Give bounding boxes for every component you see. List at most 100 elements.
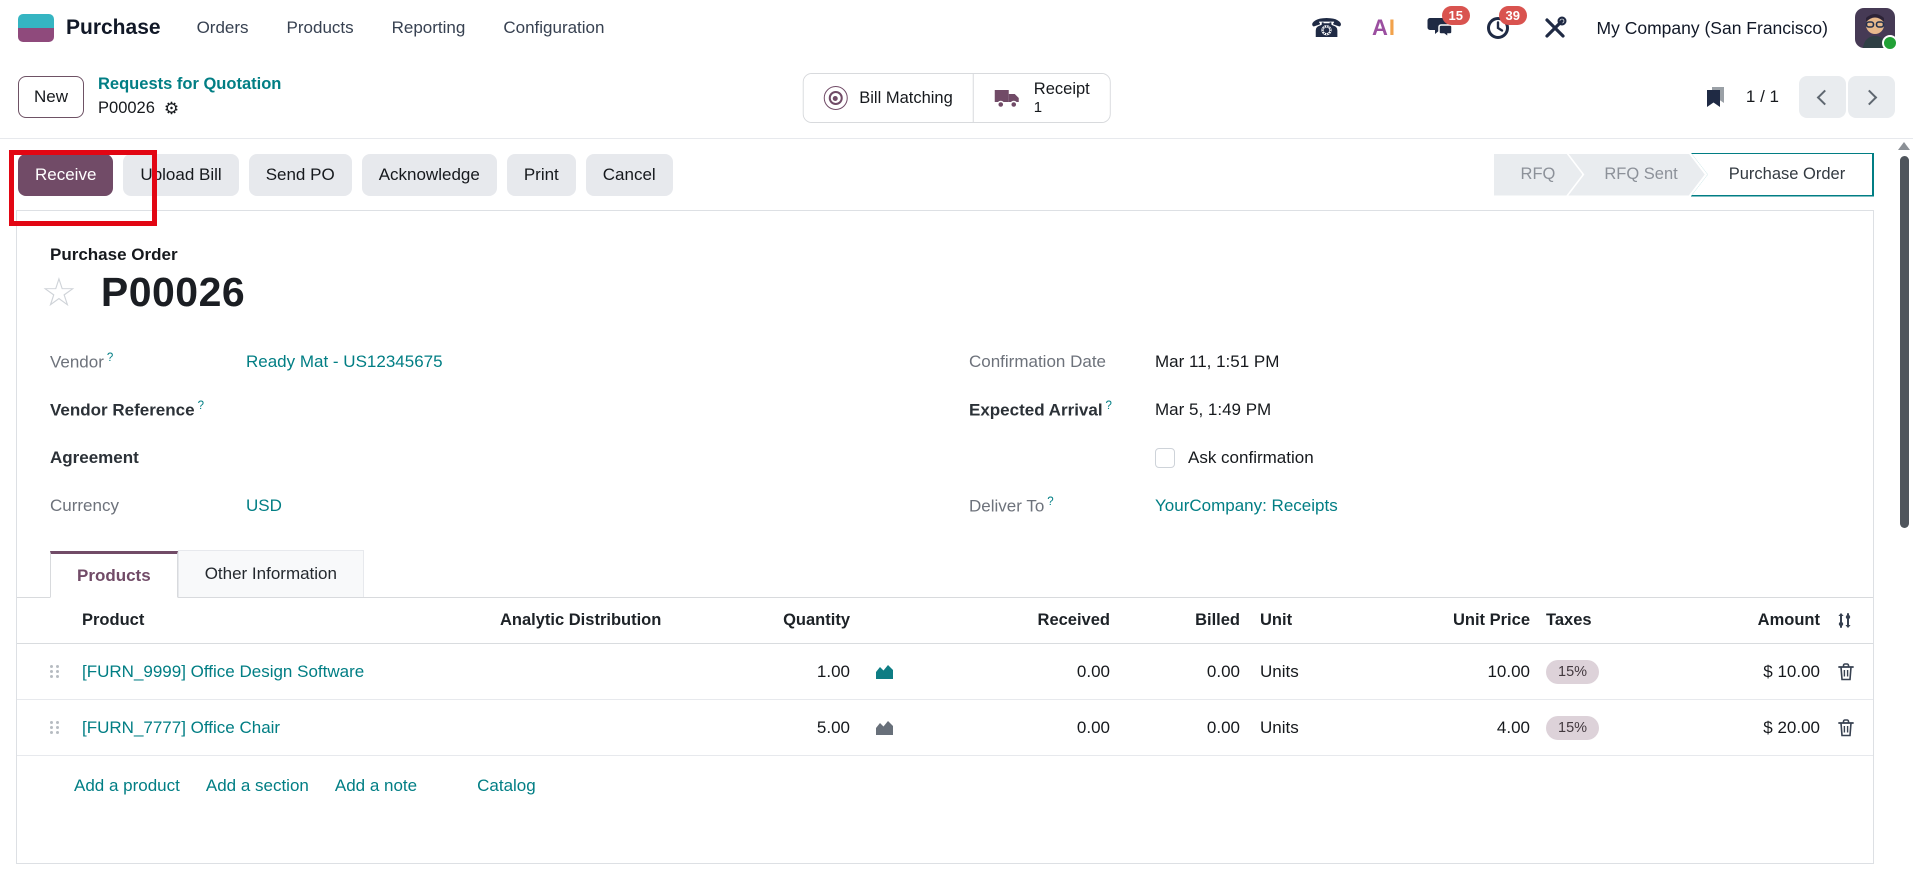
tab-products[interactable]: Products: [50, 551, 178, 598]
col-quantity[interactable]: Quantity: [700, 611, 850, 630]
stage-purchase-order[interactable]: Purchase Order: [1691, 153, 1874, 197]
new-button[interactable]: New: [18, 76, 84, 118]
record-title: P00026: [101, 269, 245, 316]
col-product[interactable]: Product: [74, 611, 500, 630]
product-link[interactable]: [FURN_9999] Office Design Software: [82, 662, 364, 681]
pager-next-button[interactable]: [1848, 76, 1895, 118]
odoo-app-logo[interactable]: [18, 14, 54, 42]
stage-rfq-sent[interactable]: RFQ Sent: [1568, 154, 1704, 196]
activities-clock-icon[interactable]: 39: [1483, 13, 1513, 43]
table-row: [FURN_7777] Office Chair 5.00 0.00 0.00 …: [17, 700, 1873, 756]
voip-phone-icon[interactable]: ☎: [1312, 13, 1342, 43]
tax-tag[interactable]: 15%: [1546, 660, 1599, 684]
scrollbar-thumb[interactable]: [1900, 156, 1909, 528]
vendor-value-link[interactable]: Ready Mat - US12345675: [246, 352, 443, 372]
add-product-link[interactable]: Add a product: [74, 776, 180, 796]
status-pipeline: RFQ RFQ Sent Purchase Order: [1494, 153, 1874, 197]
help-question: ?: [1106, 400, 1112, 412]
acknowledge-button[interactable]: Acknowledge: [362, 154, 497, 196]
gear-icon[interactable]: ⚙: [164, 100, 179, 117]
unit-price-cell[interactable]: 4.00: [1380, 718, 1530, 738]
billed-cell[interactable]: 0.00: [1110, 662, 1240, 682]
bookmark-icon[interactable]: [1704, 85, 1726, 109]
send-po-button[interactable]: Send PO: [249, 154, 352, 196]
add-section-link[interactable]: Add a section: [206, 776, 309, 796]
col-unit-price[interactable]: Unit Price: [1380, 611, 1530, 630]
statusbar-actions: Receive Upload Bill Send PO Acknowledge …: [0, 138, 1913, 210]
menu-orders[interactable]: Orders: [197, 18, 249, 38]
table-row: [FURN_9999] Office Design Software 1.00 …: [17, 644, 1873, 700]
expected-arrival-value[interactable]: Mar 5, 1:49 PM: [1155, 400, 1271, 420]
order-lines-header: Product Analytic Distribution Quantity R…: [17, 598, 1873, 644]
upload-bill-button[interactable]: Upload Bill: [123, 154, 238, 196]
received-cell[interactable]: 0.00: [910, 662, 1110, 682]
catalog-link[interactable]: Catalog: [477, 776, 536, 796]
delete-row-icon[interactable]: [1838, 719, 1854, 737]
vertical-scrollbar[interactable]: [1898, 142, 1910, 862]
quantity-cell[interactable]: 1.00: [700, 662, 850, 682]
ai-icon[interactable]: AI: [1369, 13, 1399, 43]
app-title[interactable]: Purchase: [66, 16, 161, 40]
form-sheet: Purchase Order ☆ P00026 Vendor? Ready Ma…: [16, 210, 1874, 864]
field-currency: Currency USD: [50, 482, 690, 530]
field-confirmation-date: Confirmation Date Mar 11, 1:51 PM: [969, 338, 1729, 386]
user-avatar[interactable]: [1855, 8, 1895, 48]
col-amount[interactable]: Amount: [1670, 611, 1820, 630]
confirmation-date-value[interactable]: Mar 11, 1:51 PM: [1155, 352, 1279, 372]
tax-tag[interactable]: 15%: [1546, 716, 1599, 740]
ask-confirmation-checkbox[interactable]: [1155, 448, 1175, 468]
optional-columns-icon[interactable]: [1835, 612, 1854, 629]
field-agreement: Agreement: [50, 434, 690, 482]
currency-value-link[interactable]: USD: [246, 496, 282, 516]
menu-products[interactable]: Products: [287, 18, 354, 38]
drag-handle-icon[interactable]: [50, 665, 59, 679]
messages-icon[interactable]: 15: [1426, 13, 1456, 43]
bill-matching-button[interactable]: Bill Matching: [803, 74, 973, 122]
amount-cell[interactable]: $ 10.00: [1670, 662, 1820, 682]
debug-tools-icon[interactable]: [1540, 13, 1570, 43]
receipt-button[interactable]: Receipt 1: [973, 74, 1110, 122]
unit-price-cell[interactable]: 10.00: [1380, 662, 1530, 682]
forecast-chart-icon[interactable]: [874, 663, 895, 680]
forecast-chart-icon[interactable]: [874, 719, 895, 736]
col-billed[interactable]: Billed: [1110, 611, 1240, 630]
col-unit[interactable]: Unit: [1240, 611, 1380, 630]
add-note-link[interactable]: Add a note: [335, 776, 417, 796]
systray: ☎ AI 15 39 My Company (San Francisco): [1312, 8, 1895, 48]
field-groups: Vendor? Ready Mat - US12345675 Vendor Re…: [17, 338, 1873, 530]
unit-cell[interactable]: Units: [1240, 718, 1380, 738]
favorite-star-icon[interactable]: ☆: [41, 273, 77, 313]
col-taxes[interactable]: Taxes: [1530, 611, 1670, 630]
stage-rfq[interactable]: RFQ: [1494, 154, 1583, 196]
receive-button[interactable]: Receive: [18, 154, 113, 196]
pager-previous-button[interactable]: [1799, 76, 1846, 118]
online-status-dot: [1882, 35, 1898, 51]
received-cell[interactable]: 0.00: [910, 718, 1110, 738]
help-question: ?: [107, 352, 113, 364]
receipt-count: 1: [1034, 99, 1090, 116]
quantity-cell[interactable]: 5.00: [700, 718, 850, 738]
breadcrumb-parent-link[interactable]: Requests for Quotation: [98, 73, 281, 97]
print-button[interactable]: Print: [507, 154, 576, 196]
drag-handle-icon[interactable]: [50, 721, 59, 735]
tab-other-information[interactable]: Other Information: [178, 550, 364, 597]
cancel-button[interactable]: Cancel: [586, 154, 673, 196]
company-switcher[interactable]: My Company (San Francisco): [1597, 18, 1828, 39]
amount-cell[interactable]: $ 20.00: [1670, 718, 1820, 738]
product-link[interactable]: [FURN_7777] Office Chair: [82, 718, 280, 737]
pager: 1 / 1: [1704, 76, 1895, 118]
col-received[interactable]: Received: [910, 611, 1110, 630]
scroll-up-arrow-icon[interactable]: [1898, 142, 1910, 150]
delete-row-icon[interactable]: [1838, 663, 1854, 681]
help-question: ?: [1047, 496, 1053, 508]
field-deliver-to: Deliver To? YourCompany: Receipts: [969, 482, 1729, 530]
billed-cell[interactable]: 0.00: [1110, 718, 1240, 738]
menu-configuration[interactable]: Configuration: [503, 18, 604, 38]
field-expected-arrival: Expected Arrival? Mar 5, 1:49 PM: [969, 386, 1729, 434]
menu-reporting[interactable]: Reporting: [392, 18, 466, 38]
table-footer-links: Add a product Add a section Add a note C…: [17, 756, 1873, 816]
unit-cell[interactable]: Units: [1240, 662, 1380, 682]
help-question: ?: [198, 400, 204, 412]
col-analytic-distribution[interactable]: Analytic Distribution: [500, 611, 700, 630]
deliver-to-value-link[interactable]: YourCompany: Receipts: [1155, 496, 1338, 516]
